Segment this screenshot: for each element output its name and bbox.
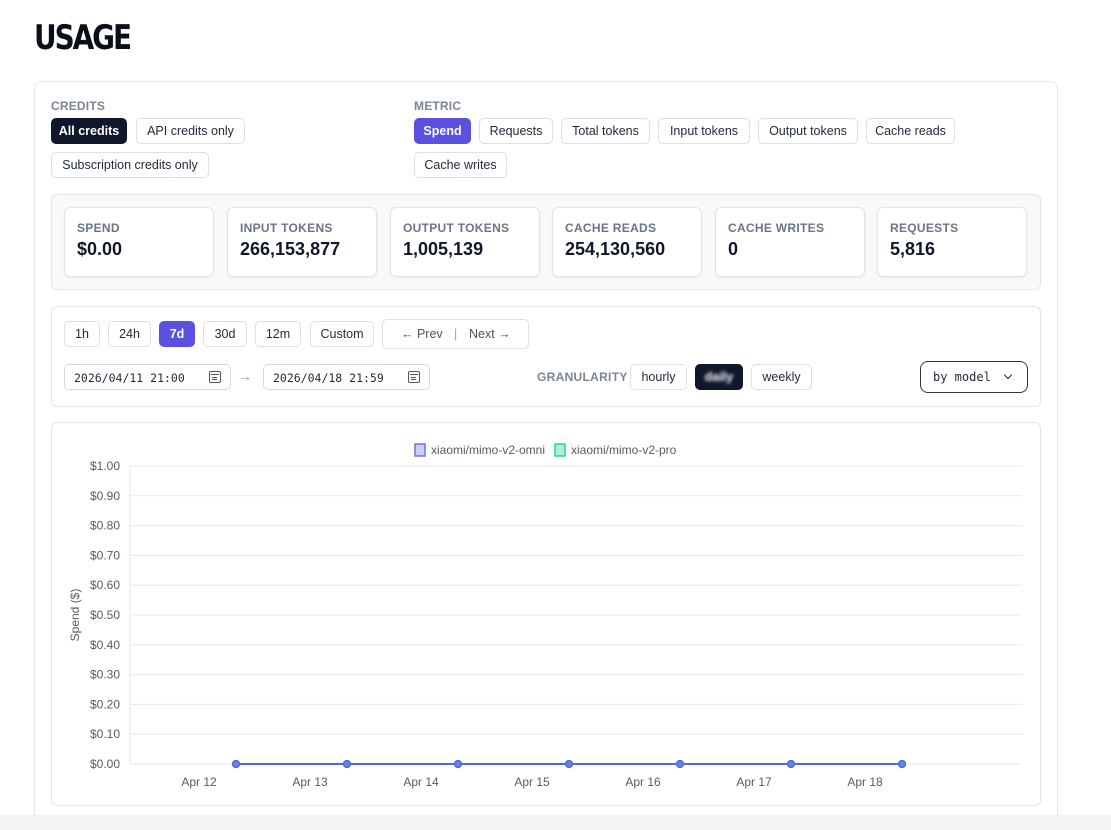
y-tick-label: $0.80 bbox=[90, 519, 120, 533]
y-tick-label: $0.90 bbox=[90, 489, 120, 503]
period-navigation: ← Prev | Next → bbox=[382, 319, 529, 349]
metric-option-cache-reads[interactable]: Cache reads bbox=[866, 118, 955, 144]
range-option-7d[interactable]: 7d bbox=[159, 321, 195, 347]
data-point bbox=[231, 759, 241, 769]
metric-option-input-tokens[interactable]: Input tokens bbox=[658, 118, 750, 144]
x-tick-label: Apr 18 bbox=[847, 775, 883, 789]
metric-label: METRIC bbox=[414, 99, 462, 113]
stat-card-input-tokens: INPUT TOKENS 266,153,877 bbox=[227, 207, 377, 277]
y-axis-title: Spend ($) bbox=[68, 589, 82, 642]
range-option-24h[interactable]: 24h bbox=[108, 321, 151, 347]
granularity-option-hourly[interactable]: hourly bbox=[630, 364, 687, 390]
y-tick-label: $0.30 bbox=[90, 668, 120, 682]
stat-card-cache-reads: CACHE READS 254,130,560 bbox=[552, 207, 702, 277]
y-tick-label: $0.40 bbox=[90, 638, 120, 652]
y-tick-label: $1.00 bbox=[90, 459, 120, 473]
stat-label: INPUT TOKENS bbox=[240, 221, 333, 235]
x-tick-label: Apr 14 bbox=[403, 775, 439, 789]
x-tick-label: Apr 12 bbox=[181, 775, 217, 789]
legend-swatch bbox=[554, 443, 566, 457]
start-date-input[interactable]: 2026/04/11 21:00 bbox=[64, 364, 231, 390]
range-option-1h[interactable]: 1h bbox=[64, 321, 100, 347]
credits-option-all[interactable]: All credits bbox=[51, 118, 127, 144]
legend-swatch bbox=[414, 443, 426, 457]
granularity-label: GRANULARITY bbox=[537, 370, 628, 384]
metric-option-output-tokens[interactable]: Output tokens bbox=[758, 118, 858, 144]
stat-card-output-tokens: OUTPUT TOKENS 1,005,139 bbox=[390, 207, 540, 277]
y-tick-label: $0.50 bbox=[90, 608, 120, 622]
end-date-input[interactable]: 2026/04/18 21:59 bbox=[263, 364, 430, 390]
range-option-12m[interactable]: 12m bbox=[255, 321, 301, 347]
metric-option-spend[interactable]: Spend bbox=[414, 118, 471, 144]
nav-separator: | bbox=[454, 327, 458, 341]
x-tick-label: Apr 17 bbox=[736, 775, 772, 789]
granularity-option-daily[interactable]: daily bbox=[695, 364, 743, 390]
page-title: USAGE bbox=[34, 18, 132, 58]
page-bottom-strip bbox=[0, 815, 1111, 830]
data-point bbox=[786, 759, 796, 769]
data-point bbox=[897, 759, 907, 769]
y-tick-label: $0.60 bbox=[90, 578, 120, 592]
stat-value: 0 bbox=[728, 239, 739, 259]
credits-option-api[interactable]: API credits only bbox=[136, 118, 245, 144]
stat-label: CACHE WRITES bbox=[728, 221, 825, 235]
y-tick-label: $0.70 bbox=[90, 548, 120, 562]
stat-card-requests: REQUESTS 5,816 bbox=[877, 207, 1027, 277]
end-date-value: 2026/04/18 21:59 bbox=[273, 371, 384, 385]
stat-value: 254,130,560 bbox=[565, 239, 666, 259]
data-point bbox=[453, 759, 463, 769]
credits-option-subscription[interactable]: Subscription credits only bbox=[51, 152, 209, 178]
calendar-icon[interactable] bbox=[209, 371, 221, 383]
data-point bbox=[564, 759, 574, 769]
stat-label: SPEND bbox=[77, 221, 120, 235]
stat-label: CACHE READS bbox=[565, 221, 657, 235]
chevron-down-icon bbox=[1003, 370, 1013, 380]
metric-option-cache-writes[interactable]: Cache writes bbox=[414, 152, 507, 178]
date-range-arrow: → bbox=[238, 368, 252, 384]
group-by-select[interactable]: by model bbox=[920, 361, 1028, 393]
metric-option-requests[interactable]: Requests bbox=[479, 118, 553, 144]
stat-value: 5,816 bbox=[890, 239, 936, 259]
stat-label: REQUESTS bbox=[890, 221, 959, 235]
next-button[interactable]: Next → bbox=[469, 327, 511, 341]
credits-label: CREDITS bbox=[51, 99, 106, 113]
stat-value: $0.00 bbox=[77, 239, 123, 259]
range-option-30d[interactable]: 30d bbox=[203, 321, 247, 347]
granularity-option-weekly[interactable]: weekly bbox=[751, 364, 812, 390]
granularity-option-label: daily bbox=[704, 370, 734, 384]
stat-value: 1,005,139 bbox=[403, 239, 484, 259]
x-tick-label: Apr 13 bbox=[292, 775, 328, 789]
y-tick-label: $0.00 bbox=[90, 757, 120, 771]
range-option-custom[interactable]: Custom bbox=[310, 321, 374, 347]
time-controls bbox=[51, 306, 1041, 407]
stat-card-cache-writes: CACHE WRITES 0 bbox=[715, 207, 865, 277]
data-point bbox=[675, 759, 685, 769]
y-tick-label: $0.20 bbox=[90, 697, 120, 711]
x-tick-label: Apr 16 bbox=[625, 775, 661, 789]
y-tick-label: $0.10 bbox=[90, 727, 120, 741]
metric-option-total-tokens[interactable]: Total tokens bbox=[561, 118, 650, 144]
group-by-value: by model bbox=[933, 370, 991, 384]
stat-card-spend: SPEND $0.00 bbox=[64, 207, 214, 277]
legend-label: xiaomi/mimo-v2-omni bbox=[431, 443, 545, 457]
prev-button[interactable]: ← Prev bbox=[401, 327, 443, 341]
calendar-icon[interactable] bbox=[408, 371, 420, 383]
x-tick-label: Apr 15 bbox=[514, 775, 550, 789]
start-date-value: 2026/04/11 21:00 bbox=[74, 371, 185, 385]
stat-label: OUTPUT TOKENS bbox=[403, 221, 510, 235]
data-point bbox=[342, 759, 352, 769]
stat-value: 266,153,877 bbox=[240, 239, 341, 259]
spend-chart: $1.00 $0.90 $0.80 $0.70 $0.60 $0.50 $0.40 $0.30… bbox=[68, 443, 1022, 789]
legend-label: xiaomi/mimo-v2-pro bbox=[571, 443, 677, 457]
